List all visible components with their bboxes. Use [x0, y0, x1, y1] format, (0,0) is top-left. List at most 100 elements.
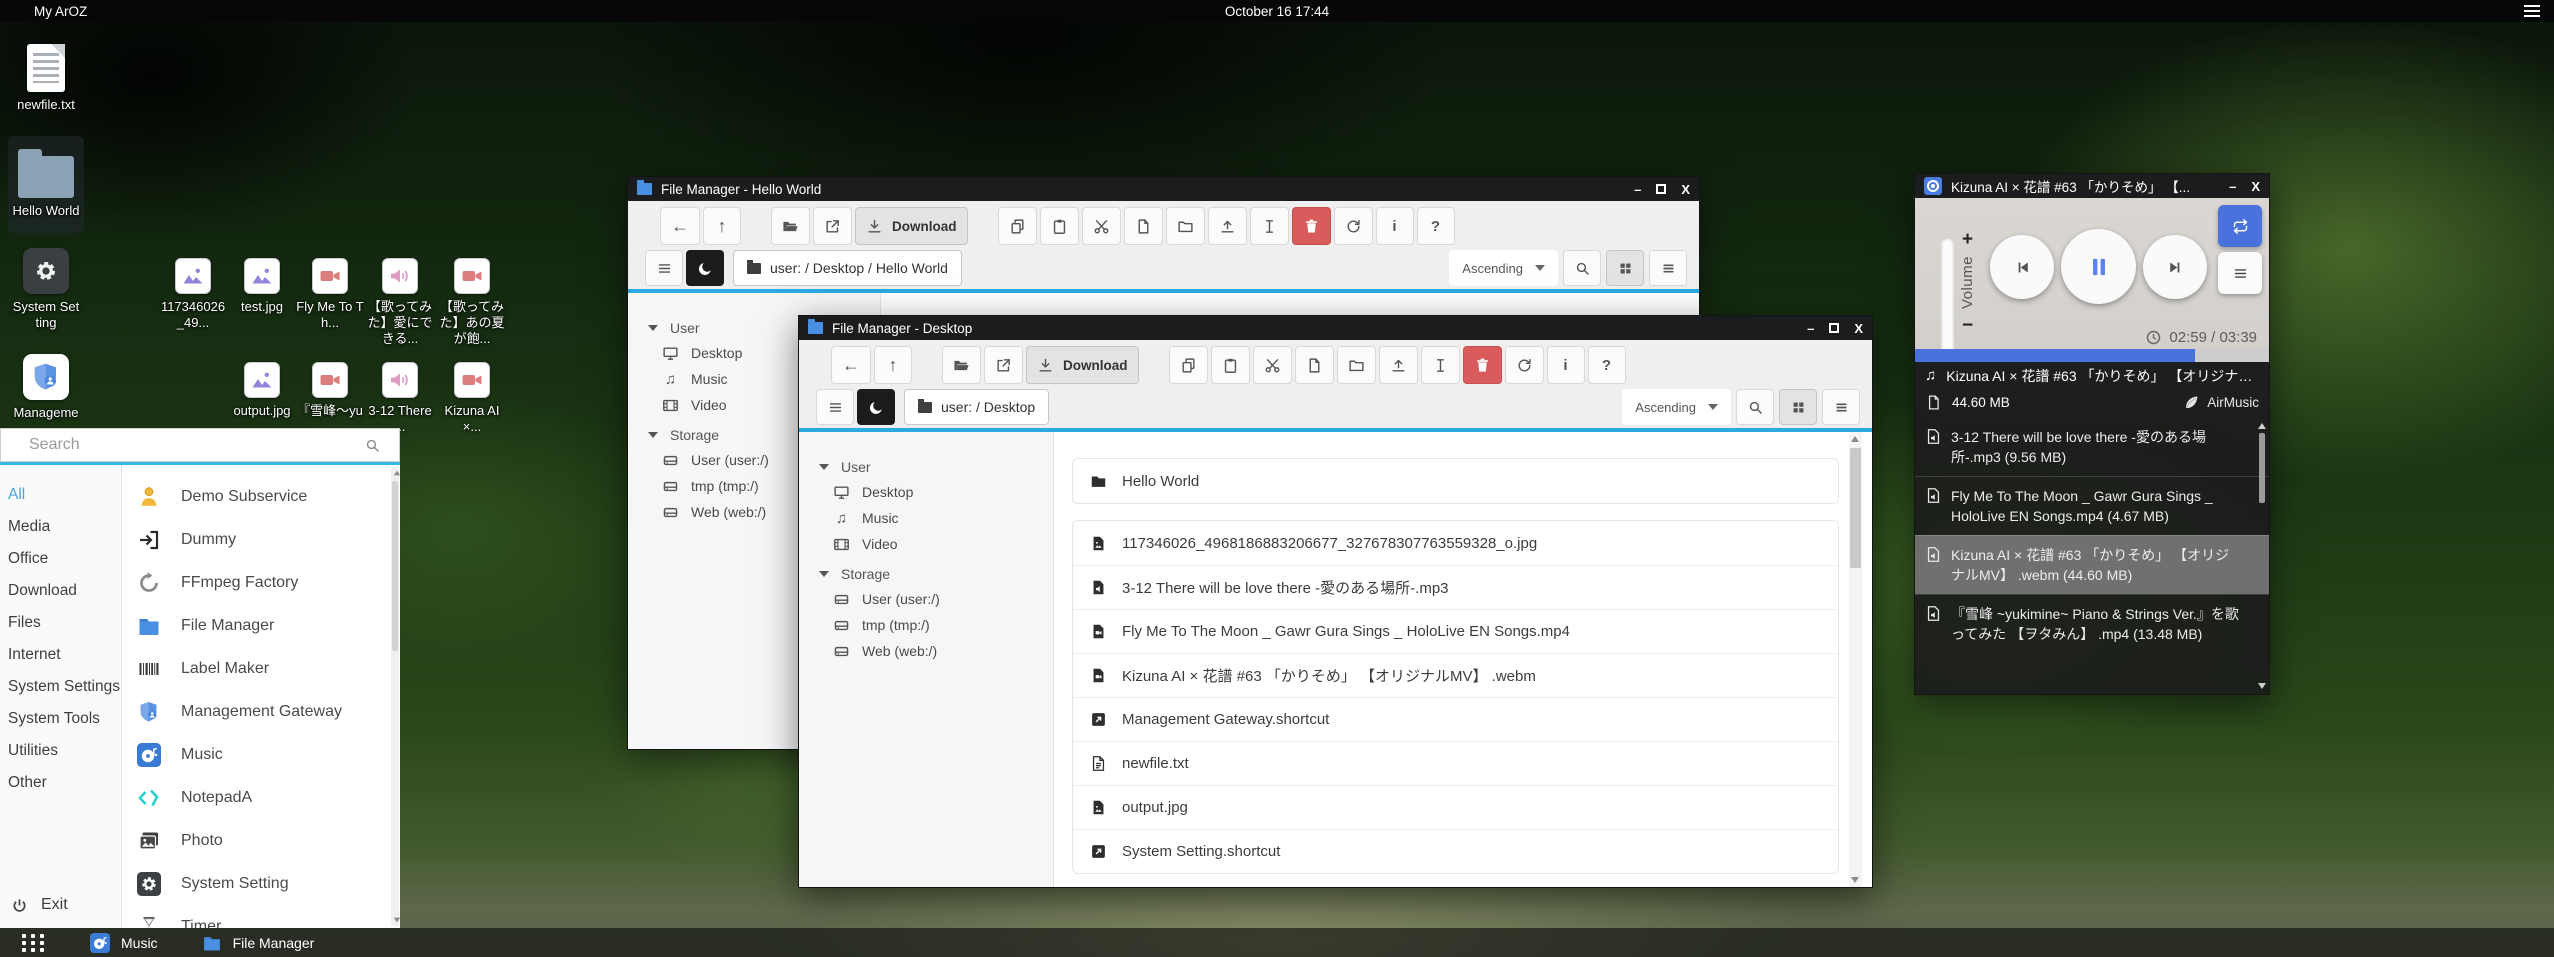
grid-view-button[interactable]	[1606, 250, 1644, 286]
app-list-scrollbar[interactable]	[391, 467, 399, 926]
minimize-button[interactable]: –	[1634, 183, 1641, 196]
list-view-button[interactable]	[1822, 389, 1860, 425]
scrollbar-thumb[interactable]	[2259, 433, 2265, 503]
sidebar-item-video[interactable]: Video	[799, 531, 1053, 557]
repeat-button[interactable]	[2218, 205, 2262, 247]
file-row[interactable]: Kizuna AI × 花譜 #63 「かりそめ」 【オリジナルMV】 .web…	[1073, 653, 1838, 697]
category-internet[interactable]: Internet	[0, 639, 121, 671]
search-button[interactable]	[1563, 250, 1601, 286]
category-system-settings[interactable]: System Settings	[0, 671, 121, 703]
file-row[interactable]: 3-12 There will be love there -愛のある場所-.m…	[1073, 565, 1838, 609]
app-grid-icon[interactable]	[22, 934, 46, 952]
menu-button[interactable]	[645, 250, 683, 286]
open-button[interactable]	[942, 346, 981, 384]
scrollbar-thumb[interactable]	[392, 481, 398, 651]
scroll-down-icon[interactable]	[394, 918, 400, 923]
app-item-notepada[interactable]: NotepadA	[122, 776, 390, 819]
desktop-icon-8[interactable]: 【歌ってみた】あの夏が飽...	[434, 258, 510, 347]
next-track-button[interactable]	[2143, 235, 2207, 299]
up-button[interactable]: ↑	[874, 346, 912, 384]
system-menu-title[interactable]: My ArOZ	[34, 4, 87, 19]
copy-button[interactable]	[1169, 346, 1208, 384]
new-folder-button[interactable]	[1166, 207, 1205, 245]
playlist-item[interactable]: Kizuna AI × 花譜 #63 「かりそめ」 【オリジナルMV】 .web…	[1915, 535, 2269, 594]
desktop-icon-3[interactable]: Manageme	[8, 354, 84, 421]
app-item-ffmpeg-factory[interactable]: FFmpeg Factory	[122, 561, 390, 604]
new-folder-button[interactable]	[1337, 346, 1376, 384]
file-row[interactable]: 117346026_4968186883206677_3276783077635…	[1073, 521, 1838, 565]
taskbar-item-music[interactable]: Music	[90, 933, 158, 953]
breadcrumb[interactable]: user: / Desktop / Hello World	[733, 250, 962, 286]
title-bar[interactable]: File Manager - Hello World – X	[628, 177, 1699, 201]
cut-button[interactable]	[1082, 207, 1121, 245]
close-button[interactable]: X	[1681, 183, 1690, 196]
app-item-file-manager[interactable]: File Manager	[122, 604, 390, 647]
refresh-button[interactable]	[1334, 207, 1373, 245]
volume-up-button[interactable]: +	[1962, 230, 1973, 249]
category-other[interactable]: Other	[0, 767, 121, 799]
scrollbar[interactable]	[1849, 432, 1862, 887]
title-bar[interactable]: File Manager - Desktop – X	[799, 316, 1872, 340]
sidebar-item-web[interactable]: Web (web:/)	[799, 638, 1053, 664]
desktop-icon-5[interactable]: test.jpg	[224, 258, 300, 315]
maximize-button[interactable]	[1656, 184, 1666, 194]
exit-button[interactable]: Exit	[0, 896, 68, 914]
desktop-icon-11[interactable]: 3-12 There...	[362, 362, 438, 435]
playlist-item[interactable]: 『雪峰 ~yukimine~ Piano & Strings Ver.』を歌って…	[1915, 594, 2269, 653]
title-bar[interactable]: Kizuna AI × 花譜 #63 「かりそめ」 【... – X	[1915, 174, 2269, 198]
download-button[interactable]: Download	[1026, 346, 1139, 384]
help-button[interactable]: ?	[1588, 346, 1626, 384]
category-office[interactable]: Office	[0, 543, 121, 575]
list-view-button[interactable]	[1649, 250, 1687, 286]
playlist-item[interactable]: 3-12 There will be love there -愛のある場所-.m…	[1915, 418, 2269, 476]
desktop-icon-1[interactable]: Hello World	[8, 136, 84, 233]
app-item-label-maker[interactable]: Label Maker	[122, 647, 390, 690]
help-button[interactable]: ?	[1417, 207, 1455, 245]
up-button[interactable]: ↑	[703, 207, 741, 245]
playlist-scrollbar[interactable]	[2257, 421, 2267, 691]
pause-button[interactable]	[2061, 229, 2136, 304]
scroll-down-icon[interactable]	[1851, 877, 1859, 883]
sidebar-section-header[interactable]: User	[799, 454, 1053, 479]
app-item-photo[interactable]: Photo	[122, 819, 390, 862]
upload-button[interactable]	[1208, 207, 1247, 245]
dark-mode-toggle[interactable]	[686, 250, 724, 286]
file-row[interactable]: Fly Me To The Moon _ Gawr Gura Sings _ H…	[1073, 609, 1838, 653]
desktop-icon-4[interactable]: 117346026_49...	[155, 258, 231, 331]
volume-down-button[interactable]: −	[1962, 316, 1973, 335]
playlist-menu-button[interactable]	[2218, 252, 2262, 294]
refresh-button[interactable]	[1505, 346, 1544, 384]
search-input[interactable]	[1, 436, 364, 454]
category-system-tools[interactable]: System Tools	[0, 703, 121, 735]
scroll-up-icon[interactable]	[1851, 436, 1859, 442]
sort-order-dropdown[interactable]: Ascending	[1449, 250, 1558, 286]
download-button[interactable]: Download	[855, 207, 968, 245]
breadcrumb[interactable]: user: / Desktop	[904, 389, 1049, 425]
sidebar-section-header[interactable]: Storage	[799, 561, 1053, 586]
sidebar-item-desktop[interactable]: Desktop	[799, 479, 1053, 505]
sidebar-item-tmp[interactable]: tmp (tmp:/)	[799, 612, 1053, 638]
category-utilities[interactable]: Utilities	[0, 735, 121, 767]
open-in-new-window-button[interactable]	[813, 207, 852, 245]
app-item-management-gateway[interactable]: Management Gateway	[122, 690, 390, 733]
desktop-icon-10[interactable]: 『雪峰～yu	[292, 362, 368, 419]
desktop-icon-2[interactable]: System Setting	[8, 248, 84, 331]
upload-button[interactable]	[1379, 346, 1418, 384]
file-row[interactable]: Hello World	[1073, 459, 1838, 503]
desktop-icon-6[interactable]: Fly Me To Th...	[292, 258, 368, 331]
category-media[interactable]: Media	[0, 511, 121, 543]
info-button[interactable]: i	[1547, 346, 1585, 384]
sidebar-item-music[interactable]: ♫Music	[799, 505, 1053, 531]
rename-button[interactable]	[1421, 346, 1460, 384]
volume-slider[interactable]	[1941, 238, 1954, 364]
close-button[interactable]: X	[2251, 180, 2260, 193]
open-in-new-window-button[interactable]	[984, 346, 1023, 384]
category-all[interactable]: All	[0, 479, 121, 511]
previous-track-button[interactable]	[1990, 235, 2054, 299]
app-item-demo-subservice[interactable]: Demo Subservice	[122, 475, 390, 518]
minimize-button[interactable]: –	[2229, 180, 2236, 193]
app-item-music[interactable]: Music	[122, 733, 390, 776]
new-file-button[interactable]	[1124, 207, 1163, 245]
dark-mode-toggle[interactable]	[857, 389, 895, 425]
file-row[interactable]: Management Gateway.shortcut	[1073, 697, 1838, 741]
